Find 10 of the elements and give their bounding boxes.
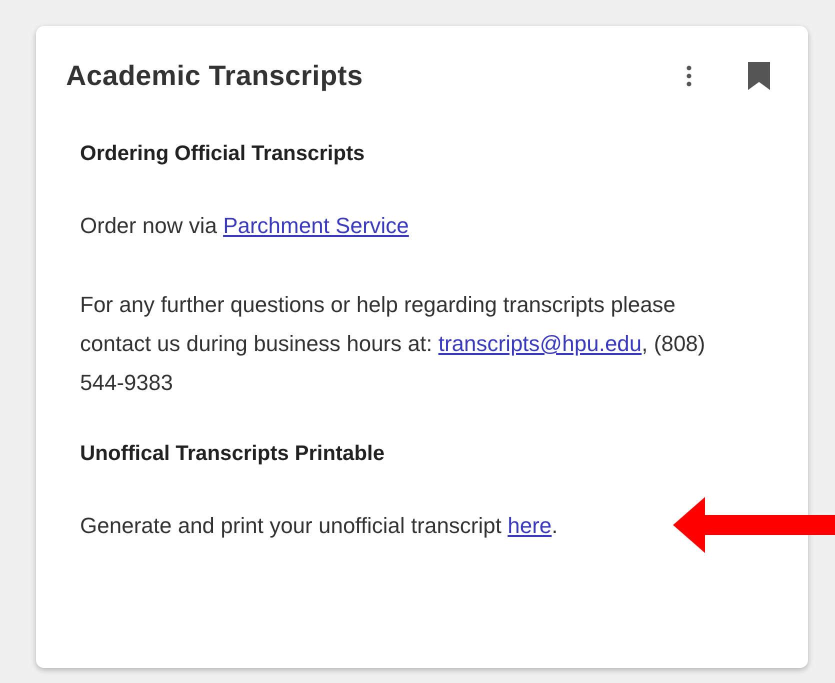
section-heading: Unoffical Transcripts Printable bbox=[80, 442, 386, 466]
paragraph: Order now via Parchment Service bbox=[80, 212, 410, 240]
card-title: Academic Transcripts bbox=[66, 60, 364, 92]
link[interactable]: here bbox=[508, 513, 552, 538]
paragraph: For any further questions or help regarding transcripts please contact us during business hours at: transcripts@hpu.edu, (808) 544-9383 bbox=[80, 291, 706, 397]
link[interactable]: Parchment Service bbox=[223, 213, 409, 238]
section-heading: Ordering Official Transcripts bbox=[80, 142, 366, 166]
more-options-icon[interactable] bbox=[686, 65, 692, 87]
link[interactable]: transcripts@hpu.edu bbox=[438, 331, 642, 356]
bookmark-icon[interactable] bbox=[748, 62, 770, 90]
